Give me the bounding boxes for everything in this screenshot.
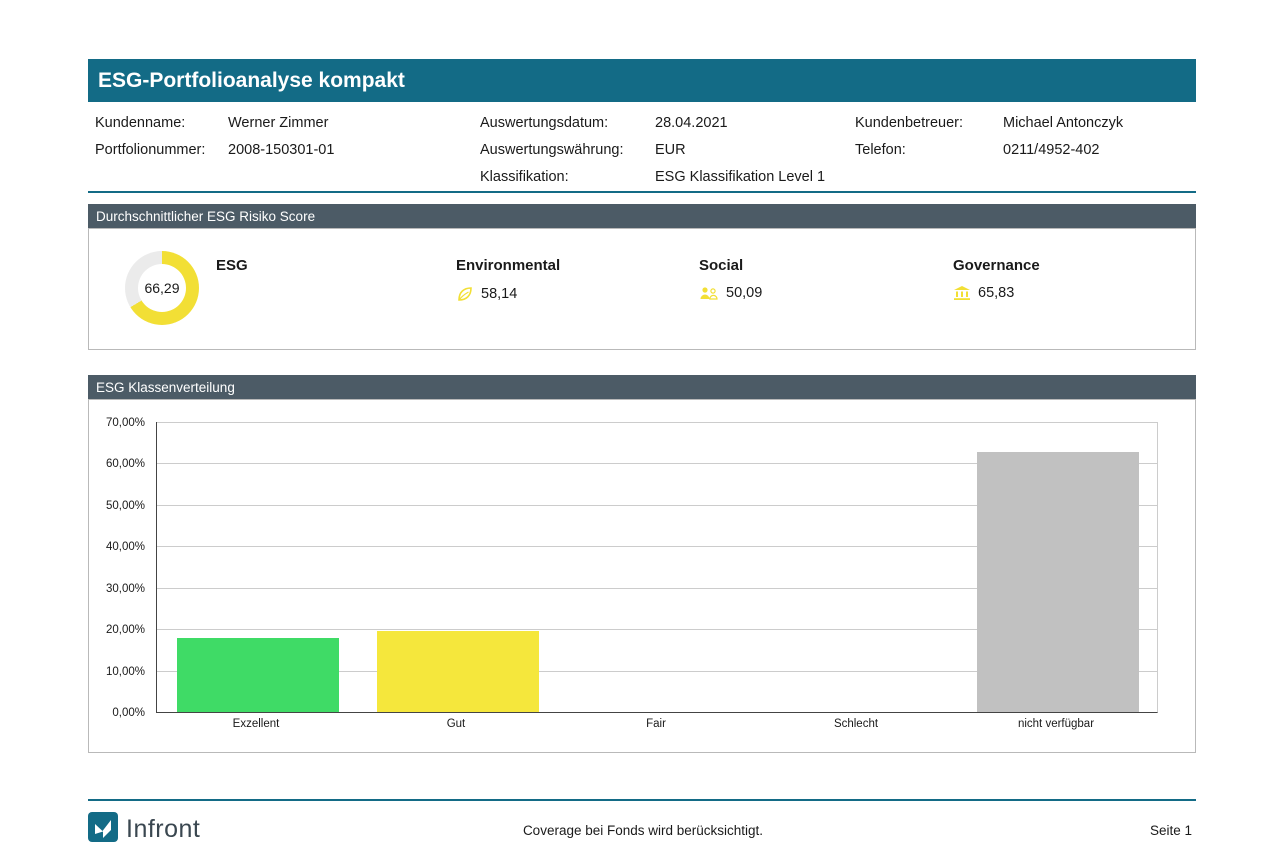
info-row: Auswertungswährung:EUR	[480, 137, 825, 164]
subscore-social-row: 50,09	[699, 285, 762, 301]
info-label-portfolionummer: Portfolionummer:	[95, 137, 228, 164]
client-info-column-1: Kundenname:Werner Zimmer Portfolionummer…	[95, 110, 334, 164]
bar-gut	[377, 631, 539, 712]
x-axis-category-label: Fair	[556, 718, 756, 730]
y-axis-tick-label: 10,00%	[106, 666, 145, 678]
y-axis-tick-label: 70,00%	[106, 417, 145, 429]
bar-chart-xaxis: ExzellentGutFairSchlechtnicht verfügbar	[156, 718, 1156, 730]
x-axis-category-label: Gut	[356, 718, 556, 730]
info-value-klassifikation: ESG Klassifikation Level 1	[655, 169, 825, 185]
bank-icon	[953, 285, 971, 301]
subscore-environmental-title: Environmental	[456, 257, 560, 274]
distribution-section-title: ESG Klassenverteilung	[96, 380, 235, 395]
y-axis-tick-label: 50,00%	[106, 500, 145, 512]
esg-score-label: ESG	[216, 257, 248, 274]
info-row: Telefon:0211/4952-402	[855, 137, 1123, 164]
info-row: Kundenname:Werner Zimmer	[95, 110, 334, 137]
gridline	[157, 422, 1157, 423]
subscore-environmental: Environmental 58,14	[456, 257, 560, 303]
leaf-icon	[456, 285, 474, 303]
bar-exzellent	[177, 638, 339, 712]
y-axis-tick-label: 20,00%	[106, 624, 145, 636]
subscore-governance-title: Governance	[953, 257, 1040, 274]
subscore-governance-row: 65,83	[953, 285, 1040, 301]
report-title-bar: ESG-Portfolioanalyse kompakt	[88, 59, 1196, 102]
info-value-kundenbetreuer: Michael Antonczyk	[1003, 115, 1123, 131]
info-value-telefon: 0211/4952-402	[1003, 142, 1100, 158]
info-label-kundenbetreuer: Kundenbetreuer:	[855, 110, 1003, 137]
info-row: Klassifikation:ESG Klassifikation Level …	[480, 164, 825, 191]
people-icon	[699, 285, 719, 301]
info-label-klassifikation: Klassifikation:	[480, 164, 655, 191]
distribution-section: 0,00% 10,00% 20,00% 30,00% 40,00% 50,00% 60,00…	[88, 399, 1196, 753]
report-title: ESG-Portfolioanalyse kompakt	[98, 69, 405, 93]
subscore-environmental-value: 58,14	[481, 286, 517, 302]
info-label-auswertungsdatum: Auswertungsdatum:	[480, 110, 655, 137]
header-divider	[88, 191, 1196, 193]
bar-nicht-verfügbar	[977, 452, 1139, 712]
subscore-social-title: Social	[699, 257, 762, 274]
report-page: ESG-Portfolioanalyse kompakt Kundenname:…	[0, 0, 1286, 866]
info-label-telefon: Telefon:	[855, 137, 1003, 164]
esg-donut-ring: 66,29	[125, 251, 199, 325]
client-info-column-2: Auswertungsdatum:28.04.2021 Auswertungsw…	[480, 110, 825, 191]
page-number: Seite 1	[1150, 823, 1192, 838]
subscore-governance: Governance 65,83	[953, 257, 1040, 301]
info-value-portfolionummer: 2008-150301-01	[228, 142, 334, 158]
esg-score-value: 66,29	[144, 280, 179, 296]
score-section: 66,29 ESG Environmental 58,14 Social	[88, 228, 1196, 350]
info-value-auswertungsdatum: 28.04.2021	[655, 115, 728, 131]
info-row: Auswertungsdatum:28.04.2021	[480, 110, 825, 137]
subscore-social: Social 50,09	[699, 257, 762, 301]
footer-divider	[88, 799, 1196, 801]
subscore-environmental-row: 58,14	[456, 285, 560, 303]
esg-donut-hole: 66,29	[138, 264, 186, 312]
info-label-kundenname: Kundenname:	[95, 110, 228, 137]
info-row: Portfolionummer:2008-150301-01	[95, 137, 334, 164]
subscore-governance-value: 65,83	[978, 285, 1014, 301]
distribution-section-header: ESG Klassenverteilung	[88, 375, 1196, 399]
x-axis-category-label: nicht verfügbar	[956, 718, 1156, 730]
subscore-social-value: 50,09	[726, 285, 762, 301]
bar-chart-yaxis: 0,00%10,00%20,00%30,00%40,00%50,00%60,00…	[89, 422, 147, 712]
score-section-header: Durchschnittlicher ESG Risiko Score	[88, 204, 1196, 228]
y-axis-tick-label: 60,00%	[106, 458, 145, 470]
x-axis-category-label: Exzellent	[156, 718, 356, 730]
y-axis-tick-label: 40,00%	[106, 541, 145, 553]
info-row: Kundenbetreuer:Michael Antonczyk	[855, 110, 1123, 137]
score-section-title: Durchschnittlicher ESG Risiko Score	[96, 209, 315, 224]
info-label-auswertungswaehrung: Auswertungswährung:	[480, 137, 655, 164]
y-axis-tick-label: 0,00%	[112, 707, 145, 719]
x-axis-category-label: Schlecht	[756, 718, 956, 730]
y-axis-tick-label: 30,00%	[106, 583, 145, 595]
client-info-column-3: Kundenbetreuer:Michael Antonczyk Telefon…	[855, 110, 1123, 164]
bar-chart-plot	[156, 422, 1158, 713]
footer-note: Coverage bei Fonds wird berücksichtigt.	[0, 823, 1286, 838]
info-value-kundenname: Werner Zimmer	[228, 115, 328, 131]
info-value-auswertungswaehrung: EUR	[655, 142, 686, 158]
